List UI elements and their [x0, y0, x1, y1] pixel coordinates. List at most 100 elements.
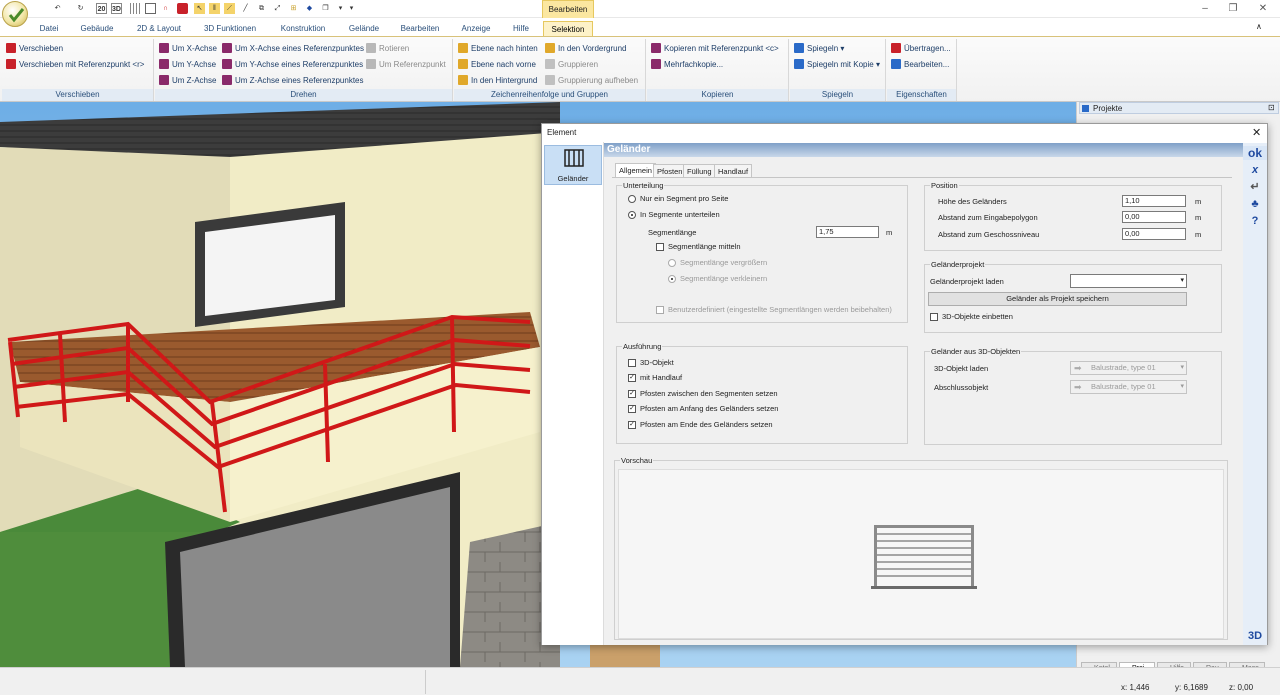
tab-hilfe[interactable]: Hilfe — [506, 21, 536, 36]
radio-verkleinern[interactable] — [668, 275, 676, 283]
um-z-button[interactable]: Um Z-Achse — [159, 74, 216, 88]
radio-vergroessern[interactable] — [668, 259, 676, 267]
um-x-button[interactable]: Um X-Achse — [159, 42, 217, 56]
tab-3d-funktionen[interactable]: 3D Funktionen — [198, 21, 262, 36]
magnet-icon[interactable]: ∩ — [160, 3, 171, 14]
measure-icon[interactable]: ⟋ — [224, 3, 235, 14]
ok-button[interactable]: ok — [1243, 146, 1267, 160]
redo-icon[interactable]: ↻ — [75, 3, 86, 14]
um-z-ref-button[interactable]: Um Z-Achse eines Referenzpunktes — [222, 74, 364, 88]
3d-laden-label: 3D-Objekt laden — [934, 364, 989, 373]
undo-icon[interactable]: ↶ — [52, 3, 63, 14]
tab-datei[interactable]: Datei — [34, 21, 64, 36]
rotieren-button[interactable]: Rotieren — [366, 42, 409, 56]
um-x-ref-button[interactable]: Um X-Achse eines Referenzpunktes — [222, 42, 364, 56]
tab-pfosten[interactable]: Pfosten — [653, 164, 687, 177]
grid-icon[interactable] — [130, 3, 141, 14]
3d-objekt-checkbox[interactable] — [628, 359, 636, 367]
benutzer-checkbox[interactable] — [656, 306, 664, 314]
category-gelaender[interactable]: Geländer — [544, 145, 602, 185]
close-window-button[interactable]: ✕ — [1252, 2, 1274, 16]
ungroup-icon — [545, 75, 555, 85]
favorites-icon[interactable]: ♣ — [1243, 198, 1267, 210]
coord-y: y: 6,1689 — [1175, 683, 1208, 692]
wall-icon[interactable] — [145, 3, 156, 14]
mitteln-checkbox[interactable] — [656, 243, 664, 251]
copy-icon[interactable]: ⧉ — [256, 3, 267, 14]
tab-anzeige[interactable]: Anzeige — [456, 21, 496, 36]
collapse-ribbon-icon[interactable]: ∧ — [1256, 22, 1262, 31]
column-icon[interactable]: ‖ — [209, 3, 220, 14]
projekt-laden-label: Geländerprojekt laden — [930, 277, 1004, 286]
view-3d-button[interactable]: 3D — [1243, 630, 1267, 642]
um-y-button[interactable]: Um Y-Achse — [159, 58, 216, 72]
tab-fuellung[interactable]: Füllung — [683, 164, 716, 177]
app-logo-icon[interactable] — [2, 1, 28, 27]
pfosten-anfang-label: Pfosten am Anfang des Geländers setzen — [640, 404, 779, 413]
tab-konstruktion[interactable]: Konstruktion — [274, 21, 332, 36]
radio-segments[interactable] — [628, 211, 636, 219]
dimension-icon[interactable]: ⊞ — [288, 3, 299, 14]
help-icon[interactable]: ? — [1243, 215, 1267, 227]
customize-icon[interactable]: ▾ — [346, 3, 357, 14]
gruppierung-aufheben-button[interactable]: Gruppierung aufheben — [545, 74, 638, 88]
hintergrund-button[interactable]: In den Hintergrund — [458, 74, 537, 88]
ebene-hinten-button[interactable]: Ebene nach hinten — [458, 42, 538, 56]
minimize-button[interactable]: – — [1194, 2, 1216, 16]
dropdown-icon[interactable]: ▾ — [335, 3, 346, 14]
bearbeiten-button[interactable]: Bearbeiten... — [891, 58, 949, 72]
preview-canvas[interactable] — [618, 469, 1224, 639]
gruppieren-button[interactable]: Gruppieren — [545, 58, 598, 72]
rotate-icon — [366, 43, 376, 53]
tab-allgemein[interactable]: Allgemein — [615, 163, 656, 177]
vordergrund-button[interactable]: In den Vordergrund — [545, 42, 627, 56]
mehrfachkopie-button[interactable]: Mehrfachkopie... — [651, 58, 723, 72]
segmentlaenge-field[interactable]: 1,75 — [816, 226, 879, 238]
group-spiegeln: Spiegeln ▾ Spiegeln mit Kopie ▾ Spiegeln — [790, 39, 886, 101]
spiegeln-kopie-button[interactable]: Spiegeln mit Kopie ▾ — [794, 58, 880, 72]
3d-laden-dropdown[interactable]: ➡ Balustrade, type 01 ▾ — [1070, 361, 1187, 375]
kopieren-ref-button[interactable]: Kopieren mit Referenzpunkt <c> — [651, 42, 779, 56]
pin-icon[interactable]: ⊡ — [1268, 103, 1275, 112]
snap-icon[interactable] — [177, 3, 188, 14]
tab-gebaeude[interactable]: Gebäude — [76, 21, 118, 36]
ebene-vorne-button[interactable]: Ebene nach vorne — [458, 58, 536, 72]
radio-single-segment[interactable] — [628, 195, 636, 203]
select-icon[interactable]: ↖ — [194, 3, 205, 14]
abstand-geschoss-field[interactable]: 0,00 — [1122, 228, 1186, 240]
spiegeln-button[interactable]: Spiegeln ▾ — [794, 42, 844, 56]
pfosten-ende-checkbox[interactable]: ✓ — [628, 421, 636, 429]
verschieben-ref-button[interactable]: Verschieben mit Referenzpunkt <r> — [6, 58, 144, 72]
view-3d-button[interactable]: 3D — [111, 3, 122, 14]
rotate-y-icon — [159, 59, 169, 69]
unterteilung-group: Unterteilung Nur ein Segment pro Seite I… — [616, 181, 908, 323]
abschluss-dropdown[interactable]: ➡ Balustrade, type 01 ▾ — [1070, 380, 1187, 394]
tab-bearbeiten[interactable]: Bearbeiten — [396, 21, 444, 36]
tab-gelaende[interactable]: Gelände — [344, 21, 384, 36]
projekt-laden-dropdown[interactable]: ▾ — [1070, 274, 1187, 288]
paint-icon[interactable]: ◆ — [304, 3, 315, 14]
view-2d-button[interactable]: 20 — [96, 3, 107, 14]
hoehe-field[interactable]: 1,10 — [1122, 195, 1186, 207]
line-icon[interactable]: ╱ — [240, 3, 251, 14]
handlauf-checkbox[interactable]: ✓ — [628, 374, 636, 382]
maximize-button[interactable]: ❐ — [1222, 2, 1244, 16]
uebertragen-button[interactable]: Übertragen... — [891, 42, 951, 56]
dialog-close-button[interactable]: ✕ — [1252, 124, 1261, 142]
pfosten-anfang-checkbox[interactable]: ✓ — [628, 405, 636, 413]
move-icon[interactable]: ⤢ — [272, 3, 283, 14]
cancel-button[interactable]: x — [1243, 164, 1267, 176]
abstand-polygon-field[interactable]: 0,00 — [1122, 211, 1186, 223]
label: Um Y-Achse eines Referenzpunktes — [235, 60, 364, 69]
tab-selektion[interactable]: Selektion — [543, 21, 593, 36]
tab-2d-layout[interactable]: 2D & Layout — [130, 21, 188, 36]
einbetten-checkbox[interactable] — [930, 313, 938, 321]
verschieben-button[interactable]: Verschieben — [6, 42, 63, 56]
pfosten-zwischen-checkbox[interactable]: ✓ — [628, 390, 636, 398]
layers-icon[interactable]: ❐ — [320, 3, 331, 14]
um-ref-button[interactable]: Um Referenzpunkt — [366, 58, 446, 72]
tab-handlauf[interactable]: Handlauf — [714, 164, 753, 177]
um-y-ref-button[interactable]: Um Y-Achse eines Referenzpunktes — [222, 58, 363, 72]
apply-icon[interactable]: ↵ — [1243, 180, 1267, 193]
save-projekt-button[interactable]: Geländer als Projekt speichern — [928, 292, 1187, 306]
